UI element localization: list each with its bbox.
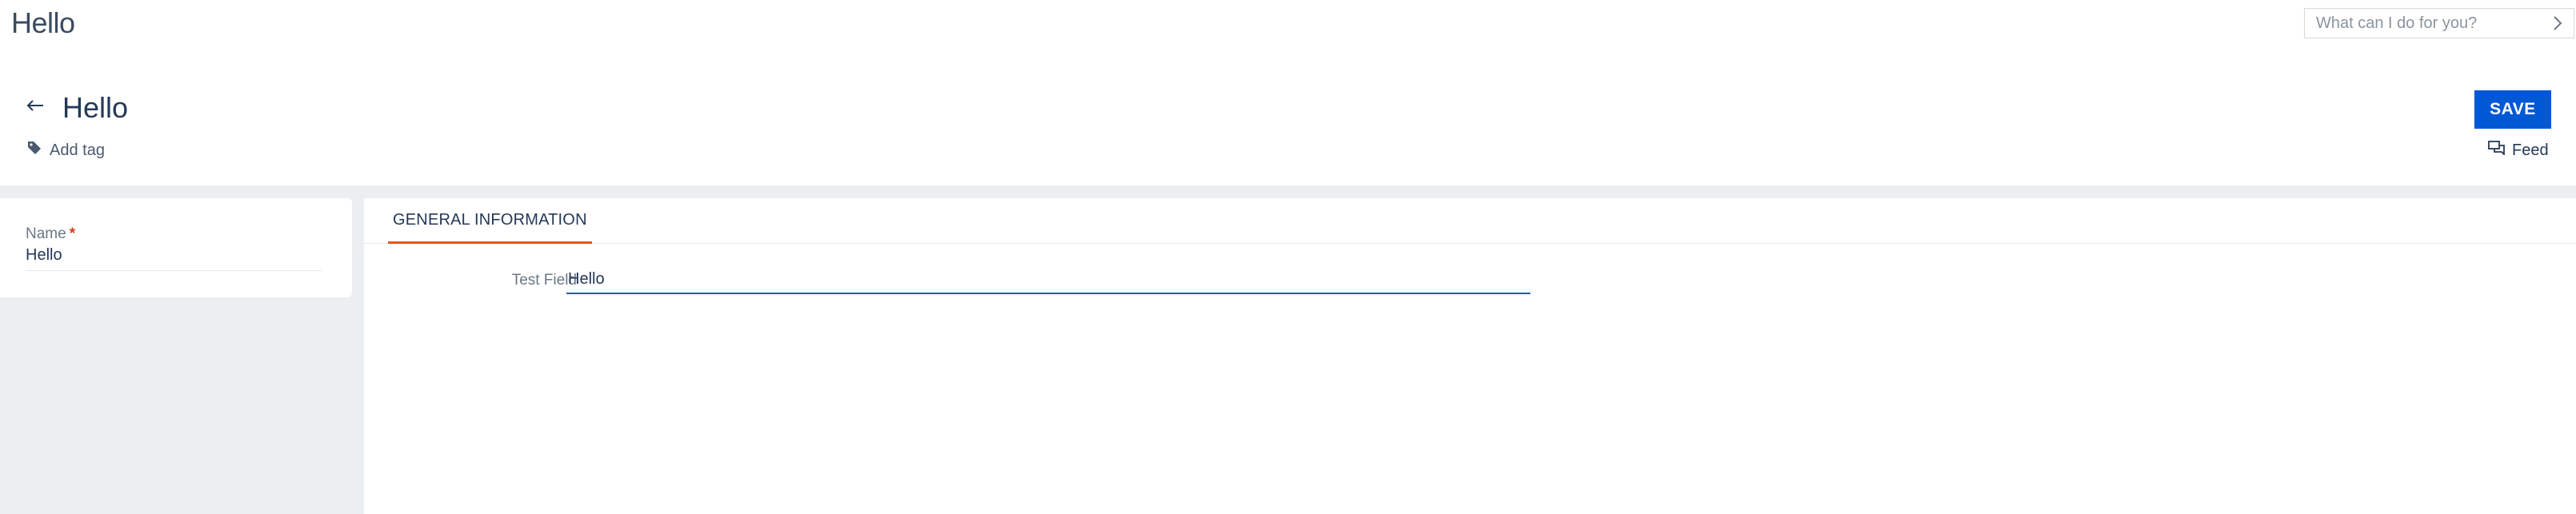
test-field-label: Test Field [511,272,577,289]
required-marker: * [69,225,76,242]
top-bar: Hello [0,0,2576,54]
name-label-text: Name [26,225,66,242]
name-field-value[interactable]: Hello [26,246,62,265]
chat-bubbles-icon [2488,141,2506,160]
record-header: Hello SAVE Add tag Feed [0,54,2576,185]
add-tag-link[interactable]: Add tag [27,141,105,160]
app-title: Hello [11,6,75,39]
chevron-right-icon[interactable] [2546,12,2569,34]
record-title: Hello [62,91,129,124]
test-field-input[interactable] [566,265,1530,294]
tab-general-information[interactable]: GENERAL INFORMATION [388,198,592,244]
command-search-input[interactable] [2305,9,2537,38]
name-field-label: Name * [26,225,75,243]
tab-bar: GENERAL INFORMATION [364,198,2576,244]
name-field-divider [26,270,322,271]
feed-label: Feed [2512,141,2549,159]
arrow-left-icon [26,99,44,116]
main-panel: GENERAL INFORMATION Test Field [364,198,2576,514]
back-button[interactable] [22,94,48,120]
command-search-box[interactable] [2304,8,2574,38]
summary-card: Name * Hello [0,198,352,297]
tag-icon [27,141,42,160]
feed-button[interactable]: Feed [2488,141,2549,160]
add-tag-label: Add tag [50,141,105,159]
save-button[interactable]: SAVE [2474,90,2551,129]
